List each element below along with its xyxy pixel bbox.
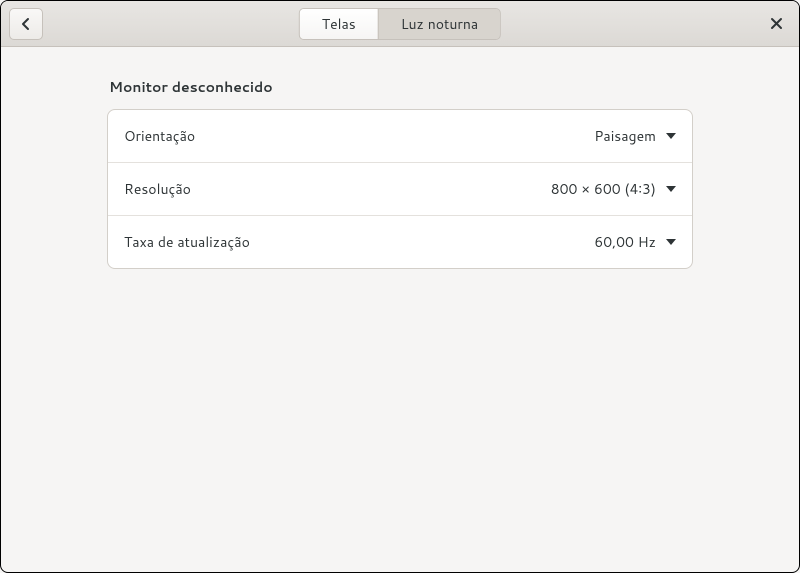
close-icon bbox=[770, 17, 783, 30]
view-switcher: Telas Luz noturna bbox=[299, 8, 501, 40]
row-resolution[interactable]: Resolução 800 × 600 (4∶3) bbox=[108, 162, 692, 215]
row-label: Orientação bbox=[124, 126, 195, 146]
tab-label: Luz noturna bbox=[401, 14, 478, 34]
row-value-wrap: 60,00 Hz bbox=[594, 232, 676, 252]
row-value: 800 × 600 (4∶3) bbox=[551, 179, 656, 199]
tab-night-light[interactable]: Luz noturna bbox=[378, 9, 500, 39]
header-bar: Telas Luz noturna bbox=[1, 1, 799, 47]
settings-list: Orientação Paisagem Resolução 800 × 600 … bbox=[107, 109, 693, 269]
row-value: Paisagem bbox=[594, 126, 656, 146]
row-refresh-rate[interactable]: Taxa de atualização 60,00 Hz bbox=[108, 215, 692, 268]
close-button[interactable] bbox=[761, 9, 791, 39]
content-area: Monitor desconhecido Orientação Paisagem… bbox=[1, 47, 799, 299]
row-value: 60,00 Hz bbox=[594, 232, 656, 252]
chevron-down-icon bbox=[666, 186, 676, 192]
tab-label: Telas bbox=[322, 14, 356, 34]
back-button[interactable] bbox=[9, 8, 43, 40]
chevron-down-icon bbox=[666, 239, 676, 245]
chevron-left-icon bbox=[20, 17, 32, 31]
row-value-wrap: Paisagem bbox=[594, 126, 676, 146]
chevron-down-icon bbox=[666, 133, 676, 139]
row-orientation[interactable]: Orientação Paisagem bbox=[108, 110, 692, 162]
section-title: Monitor desconhecido bbox=[107, 77, 693, 97]
row-value-wrap: 800 × 600 (4∶3) bbox=[551, 179, 676, 199]
tab-displays[interactable]: Telas bbox=[300, 9, 378, 39]
row-label: Resolução bbox=[124, 179, 191, 199]
row-label: Taxa de atualização bbox=[124, 232, 250, 252]
